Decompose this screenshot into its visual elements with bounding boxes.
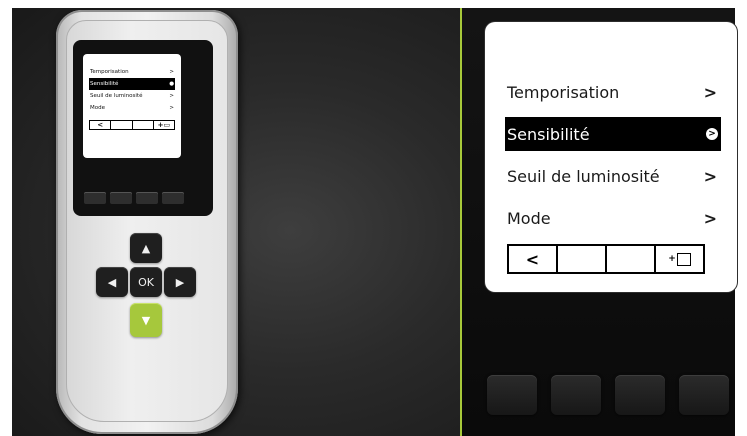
remote-soft-key-3[interactable] xyxy=(136,192,158,204)
nav-cell-empty xyxy=(558,246,607,272)
menu-item-label: Seuil de luminosité xyxy=(507,166,660,186)
remote-soft-key-1[interactable] xyxy=(84,192,106,204)
remote-menu-item-sensibilite: Sensibilité ● xyxy=(89,78,175,90)
arrow-right-icon: ▶ xyxy=(175,275,185,289)
down-button[interactable]: ▼ xyxy=(130,303,162,337)
nav-cell-empty xyxy=(111,121,133,129)
nav-cell-empty xyxy=(133,121,154,129)
remote-soft-key-2[interactable] xyxy=(110,192,132,204)
chevron-right-icon: > xyxy=(703,208,717,228)
left-button[interactable]: ◀ xyxy=(96,267,128,297)
hardware-buttons xyxy=(487,375,729,415)
remote-menu-item-label: Temporisation xyxy=(90,69,129,75)
remote-nav-bar: < +▭ xyxy=(89,120,175,130)
device-screen: Temporisation > Sensibilité > Seuil de l… xyxy=(485,22,737,292)
remote-panel: Temporisation > Sensibilité ● Seuil de l… xyxy=(12,8,460,436)
circle-arrow-icon: > xyxy=(706,128,718,140)
arrow-left-icon: ◀ xyxy=(107,275,117,289)
chevron-left-icon: < xyxy=(90,121,112,129)
arrow-up-icon: ▲ xyxy=(141,241,151,255)
back-button[interactable]: < xyxy=(509,246,558,272)
remote-soft-keys xyxy=(84,192,184,204)
remote-menu-item-label: Sensibilité xyxy=(90,81,119,87)
chevron-right-icon: > xyxy=(703,82,717,102)
chevron-right-icon: > xyxy=(169,69,174,75)
hardware-button-3[interactable] xyxy=(615,375,665,415)
right-button[interactable]: ▶ xyxy=(164,267,196,297)
menu-list: Temporisation > Sensibilité > Seuil de l… xyxy=(505,75,721,243)
remote-menu-item-label: Mode xyxy=(90,105,105,111)
menu-item-label: Mode xyxy=(507,208,551,228)
hardware-button-4[interactable] xyxy=(679,375,729,415)
remote-menu-item-mode: Mode > xyxy=(89,102,175,114)
remote-menu-item-label: Seuil de luminosité xyxy=(90,93,143,99)
remote-menu-item-temporisation: Temporisation > xyxy=(89,66,175,78)
chevron-right-icon: > xyxy=(169,105,174,111)
plus-glyph: + xyxy=(668,254,676,264)
hardware-button-1[interactable] xyxy=(487,375,537,415)
chevron-right-icon: > xyxy=(169,93,174,99)
enter-icon: +▭ xyxy=(157,121,171,129)
remote-menu-item-seuil: Seuil de luminosité > xyxy=(89,90,175,102)
up-button[interactable]: ▲ xyxy=(130,233,162,263)
menu-item-sensibilite[interactable]: Sensibilité > xyxy=(505,117,721,151)
chevron-left-icon: < xyxy=(525,249,540,269)
arrow-down-icon: ▼ xyxy=(141,313,151,327)
menu-item-label: Sensibilité xyxy=(507,124,590,144)
menu-item-label: Temporisation xyxy=(507,82,620,102)
nav-cell-empty xyxy=(607,246,656,272)
remote-control: Temporisation > Sensibilité ● Seuil de l… xyxy=(56,10,238,434)
circle-arrow-icon: ● xyxy=(169,81,174,87)
enter-icon xyxy=(676,252,691,266)
menu-item-mode[interactable]: Mode > xyxy=(505,201,721,235)
chevron-right-icon: > xyxy=(703,166,717,186)
direction-pad: ▲ ◀ OK ▶ ▼ xyxy=(93,233,199,345)
menu-item-seuil-de-luminosite[interactable]: Seuil de luminosité > xyxy=(505,159,721,193)
hardware-button-2[interactable] xyxy=(551,375,601,415)
ok-button[interactable]: OK xyxy=(130,267,162,297)
remote-screen-area: Temporisation > Sensibilité ● Seuil de l… xyxy=(73,40,213,216)
ok-label: OK xyxy=(138,275,154,289)
remote-screen: Temporisation > Sensibilité ● Seuil de l… xyxy=(83,54,181,158)
enter-button[interactable]: + xyxy=(656,246,703,272)
remote-soft-key-4[interactable] xyxy=(162,192,184,204)
nav-bar: < + xyxy=(507,244,705,274)
menu-item-temporisation[interactable]: Temporisation > xyxy=(505,75,721,109)
